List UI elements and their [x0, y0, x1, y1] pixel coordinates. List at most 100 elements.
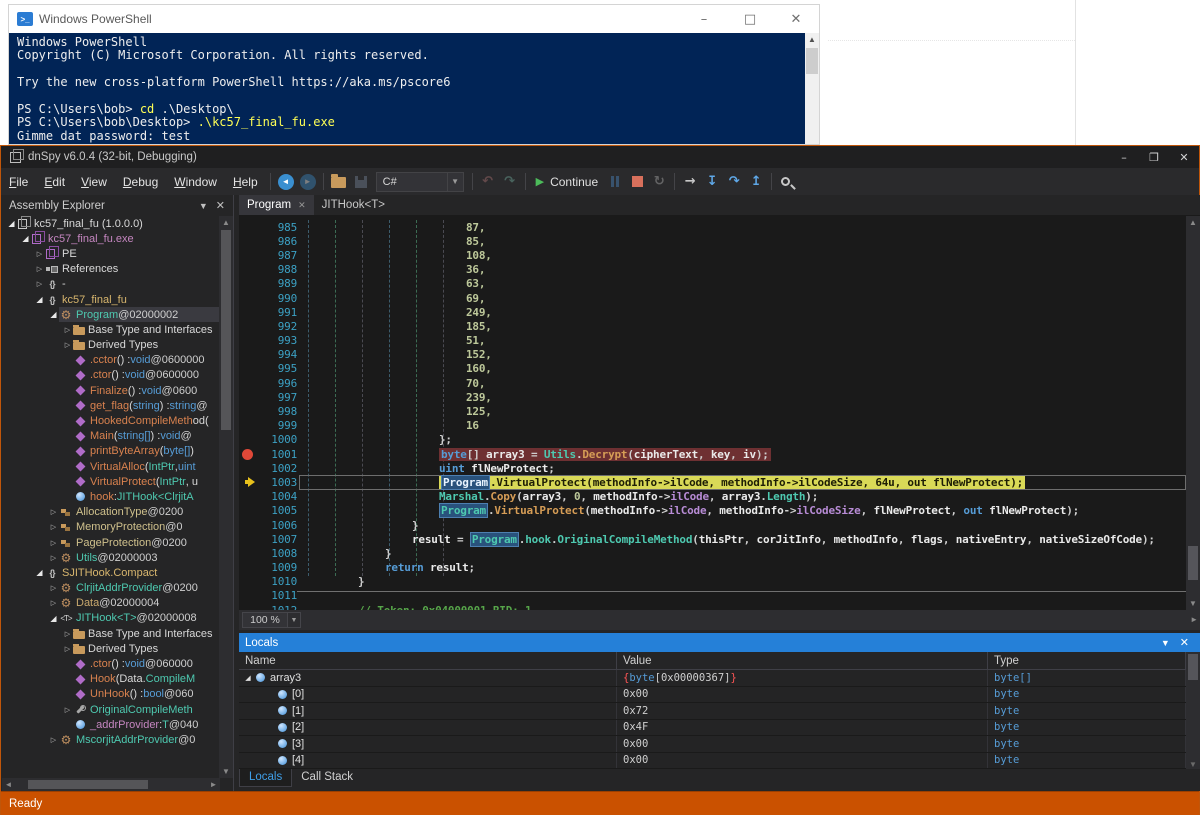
- language-combo[interactable]: C#▼: [376, 172, 464, 192]
- tree-item-VirtualAlloc[interactable]: VirtualAlloc(IntPtr, uint: [2, 459, 220, 474]
- tree-expander-icon[interactable]: ▷: [48, 523, 59, 531]
- powershell-scrollbar[interactable]: ▲: [805, 33, 819, 144]
- tab-program[interactable]: Program✕: [239, 195, 314, 215]
- locals-panel-header[interactable]: Locals ▼ ✕: [239, 633, 1200, 652]
- code-line-992[interactable]: 992185,: [239, 319, 1186, 333]
- code-line-1002[interactable]: 1002uint flNewProtect;: [239, 461, 1186, 475]
- scroll-down-icon[interactable]: ▼: [1186, 760, 1200, 769]
- step-out-icon[interactable]: ↥: [745, 171, 767, 193]
- tree-item-PageProtection[interactable]: ▷PageProtection @0200: [2, 535, 220, 550]
- scroll-right-icon[interactable]: ►: [207, 778, 220, 791]
- tree-item-HookedCompileMeth[interactable]: HookedCompileMethod(: [2, 413, 220, 428]
- editor-vertical-scrollbar[interactable]: ▲ ▼: [1186, 216, 1200, 610]
- tree-item-PE[interactable]: ▷PE: [2, 246, 220, 261]
- tree-item-DerivedTypes[interactable]: ▷Derived Types: [2, 338, 220, 353]
- tree-item-References[interactable]: ▷References: [2, 262, 220, 277]
- tree-expander-icon[interactable]: ▷: [48, 736, 59, 744]
- tree-expander-icon[interactable]: ◢: [48, 614, 59, 623]
- minimize-icon[interactable]: –: [681, 5, 727, 33]
- tree-expander-icon[interactable]: ▷: [62, 645, 73, 653]
- close-icon[interactable]: ✕: [212, 199, 229, 212]
- tree-expander-icon[interactable]: ▷: [34, 280, 45, 288]
- tree-vertical-scrollbar[interactable]: ▲ ▼: [219, 216, 233, 778]
- menu-help[interactable]: Help: [225, 171, 266, 193]
- tree-item-OriginalCompileMeth[interactable]: ▷OriginalCompileMeth: [2, 702, 220, 717]
- code-line-998[interactable]: 998125,: [239, 404, 1186, 418]
- scroll-up-icon[interactable]: ▲: [1186, 216, 1200, 229]
- locals-row-2[interactable]: [2]0x4Fbyte: [239, 720, 1186, 737]
- tree-expander-icon[interactable]: ◢: [243, 674, 253, 682]
- tree-item-hook[interactable]: hook : JITHook<ClrjitA: [2, 489, 220, 504]
- chevron-down-icon[interactable]: ▼: [288, 612, 301, 628]
- tree-expander-icon[interactable]: ▷: [48, 599, 59, 607]
- code-line-1003[interactable]: 1003Program.VirtualProtect(methodInfo->i…: [239, 475, 1186, 489]
- menu-file[interactable]: File: [1, 171, 36, 193]
- tree-item-Main[interactable]: Main(string[]) : void @: [2, 429, 220, 444]
- code-line-1007[interactable]: 1007result = Program.hook.OriginalCompil…: [239, 532, 1186, 546]
- tree-expander-icon[interactable]: ▷: [62, 706, 73, 714]
- scroll-up-icon[interactable]: ▲: [805, 33, 819, 47]
- code-line-1005[interactable]: 1005Program.VirtualProtect(methodInfo->i…: [239, 504, 1186, 518]
- close-icon[interactable]: ✕: [1169, 146, 1199, 168]
- tree-expander-icon[interactable]: ▷: [34, 250, 45, 258]
- tree-expander-icon[interactable]: ◢: [20, 234, 31, 243]
- tree-expander-icon[interactable]: ▷: [62, 341, 73, 349]
- scroll-down-icon[interactable]: ▼: [1186, 597, 1200, 610]
- scrollbar-thumb[interactable]: [1188, 546, 1198, 580]
- scroll-left-icon[interactable]: ◄: [2, 778, 15, 791]
- tree-item-MemoryProtection[interactable]: ▷MemoryProtection @0: [2, 520, 220, 535]
- tree-horizontal-scrollbar[interactable]: ◄ ►: [2, 778, 220, 791]
- column-header-value[interactable]: Value: [617, 652, 988, 669]
- code-line-986[interactable]: 98685,: [239, 234, 1186, 248]
- maximize-icon[interactable]: ❐: [1139, 146, 1169, 168]
- tree-item-BaseTypeandInterfaces[interactable]: ▷Base Type and Interfaces: [2, 322, 220, 337]
- pause-icon[interactable]: [604, 171, 626, 193]
- nav-back-icon[interactable]: ◄: [275, 171, 297, 193]
- save-icon[interactable]: [350, 171, 372, 193]
- code-line-1012[interactable]: 1012// Token: 0x04000001 RID: 1: [239, 603, 1186, 610]
- tree-expander-icon[interactable]: ◢: [34, 568, 45, 577]
- tree-item-Utils[interactable]: ▷⚙Utils @02000003: [2, 550, 220, 565]
- column-header-type[interactable]: Type: [988, 652, 1186, 669]
- column-header-name[interactable]: Name: [239, 652, 617, 669]
- code-line-994[interactable]: 994152,: [239, 348, 1186, 362]
- dnspy-titlebar[interactable]: dnSpy v6.0.4 (32-bit, Debugging) – ❐ ✕: [1, 146, 1199, 168]
- locals-row-3[interactable]: [3]0x00byte: [239, 736, 1186, 753]
- stop-icon[interactable]: [626, 171, 648, 193]
- tab-jithookt[interactable]: JITHook<T>: [314, 195, 393, 215]
- scrollbar-thumb[interactable]: [28, 780, 148, 789]
- tab-call-stack[interactable]: Call Stack: [292, 769, 362, 787]
- code-line-999[interactable]: 99916: [239, 419, 1186, 433]
- panel-menu-icon[interactable]: ▼: [1156, 638, 1175, 648]
- tree-expander-icon[interactable]: ◢: [48, 310, 59, 319]
- scroll-down-icon[interactable]: ▼: [219, 765, 233, 778]
- tree-expander-icon[interactable]: ▷: [62, 326, 73, 334]
- tree-expander-icon[interactable]: ▷: [48, 584, 59, 592]
- menu-window[interactable]: Window: [166, 171, 225, 193]
- code-line-1009[interactable]: 1009return result;: [239, 561, 1186, 575]
- zoom-level-select[interactable]: 100 %: [242, 612, 288, 628]
- tree-item-kc57_final_fu1000[interactable]: ◢kc57_final_fu (1.0.0.0): [2, 216, 220, 231]
- locals-row-1[interactable]: [1]0x72byte: [239, 703, 1186, 720]
- code-line-996[interactable]: 99670,: [239, 376, 1186, 390]
- maximize-icon[interactable]: □: [727, 5, 773, 33]
- tree-expander-icon[interactable]: ▷: [48, 508, 59, 516]
- menu-edit[interactable]: Edit: [36, 171, 73, 193]
- restart-icon[interactable]: ↻: [648, 171, 670, 193]
- chevron-down-icon[interactable]: ▼: [447, 173, 463, 191]
- continue-button[interactable]: ▶Continue: [530, 175, 605, 189]
- minimize-icon[interactable]: –: [1109, 146, 1139, 168]
- open-file-icon[interactable]: [328, 171, 350, 193]
- code-line-993[interactable]: 99351,: [239, 334, 1186, 348]
- code-line-1008[interactable]: 1008}: [239, 546, 1186, 560]
- tree-item-BaseTypeandInterfaces[interactable]: ▷Base Type and Interfaces: [2, 626, 220, 641]
- tree-item-ClrjitAddrProvider[interactable]: ▷⚙ClrjitAddrProvider @0200: [2, 581, 220, 596]
- code-line-991[interactable]: 991249,: [239, 305, 1186, 319]
- locals-scrollbar[interactable]: ▼: [1186, 652, 1200, 769]
- code-line-1010[interactable]: 1010}: [239, 575, 1186, 589]
- breakpoint-icon[interactable]: [242, 449, 253, 460]
- powershell-console[interactable]: Windows PowerShellCopyright (C) Microsof…: [9, 33, 805, 144]
- tree-item-Program[interactable]: ◢⚙Program @02000002: [2, 307, 220, 322]
- locals-row-4[interactable]: [4]0x00byte: [239, 753, 1186, 770]
- search-icon[interactable]: [776, 171, 798, 193]
